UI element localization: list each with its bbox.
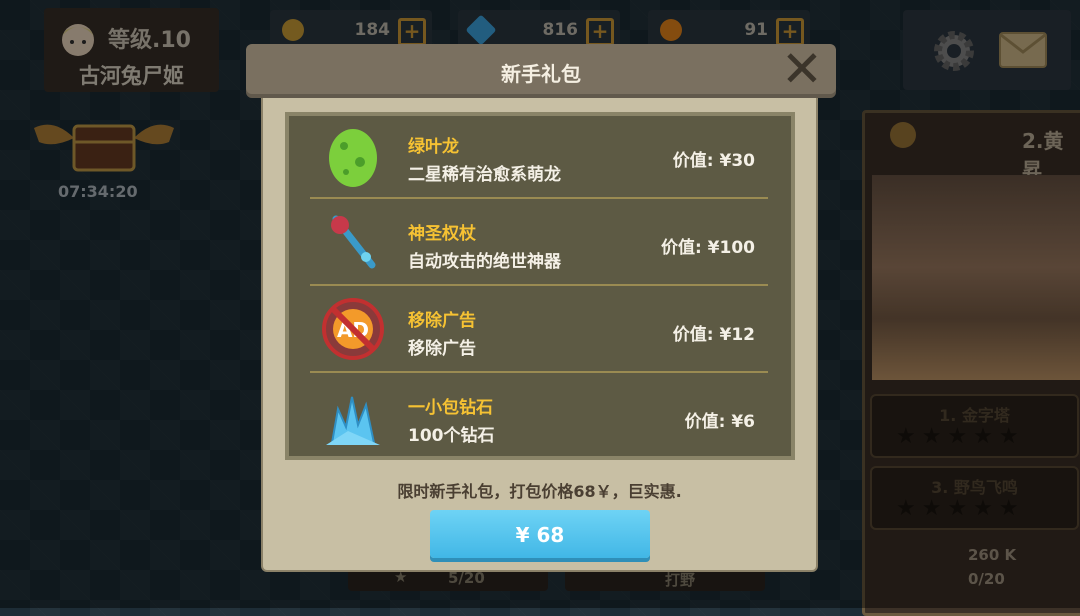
item-desc: 自动攻击的绝世神器: [408, 252, 561, 272]
close-button[interactable]: ✕: [780, 44, 824, 94]
item-price: 价值: ¥6: [684, 412, 755, 432]
scepter-icon: [331, 215, 376, 269]
diamond-pack-icon: [326, 396, 380, 445]
item-desc: 移除广告: [408, 339, 476, 359]
gift-item-row: 神圣权杖 自动攻击的绝世神器 价值: ¥100: [290, 199, 790, 285]
item-desc: 二星稀有治愈系萌龙: [408, 165, 561, 185]
gift-item-row: 一小包钻石 100个钻石 价值: ¥6: [290, 373, 790, 459]
item-name: 神圣权杖: [408, 224, 476, 244]
item-price: 价值: ¥30: [672, 151, 755, 171]
gift-item-row: AD 移除广告 移除广告 价值: ¥12: [290, 286, 790, 372]
item-price: 价值: ¥100: [660, 238, 755, 258]
green-egg-icon: [329, 129, 377, 187]
gift-item-row: 绿叶龙 二星稀有治愈系萌龙 价值: ¥30: [290, 112, 790, 198]
promo-text: 限时新手礼包，打包价格68￥，巨实惠.: [397, 482, 682, 501]
no-ads-icon: AD: [322, 298, 384, 360]
item-price: 价值: ¥12: [672, 325, 755, 345]
item-name: 一小包钻石: [408, 398, 493, 418]
dialog-title: 新手礼包: [501, 62, 581, 86]
item-desc: 100个钻石: [408, 426, 495, 446]
buy-button[interactable]: ¥ 68: [430, 510, 650, 558]
item-name: 绿叶龙: [408, 137, 459, 157]
item-name: 移除广告: [408, 311, 476, 331]
